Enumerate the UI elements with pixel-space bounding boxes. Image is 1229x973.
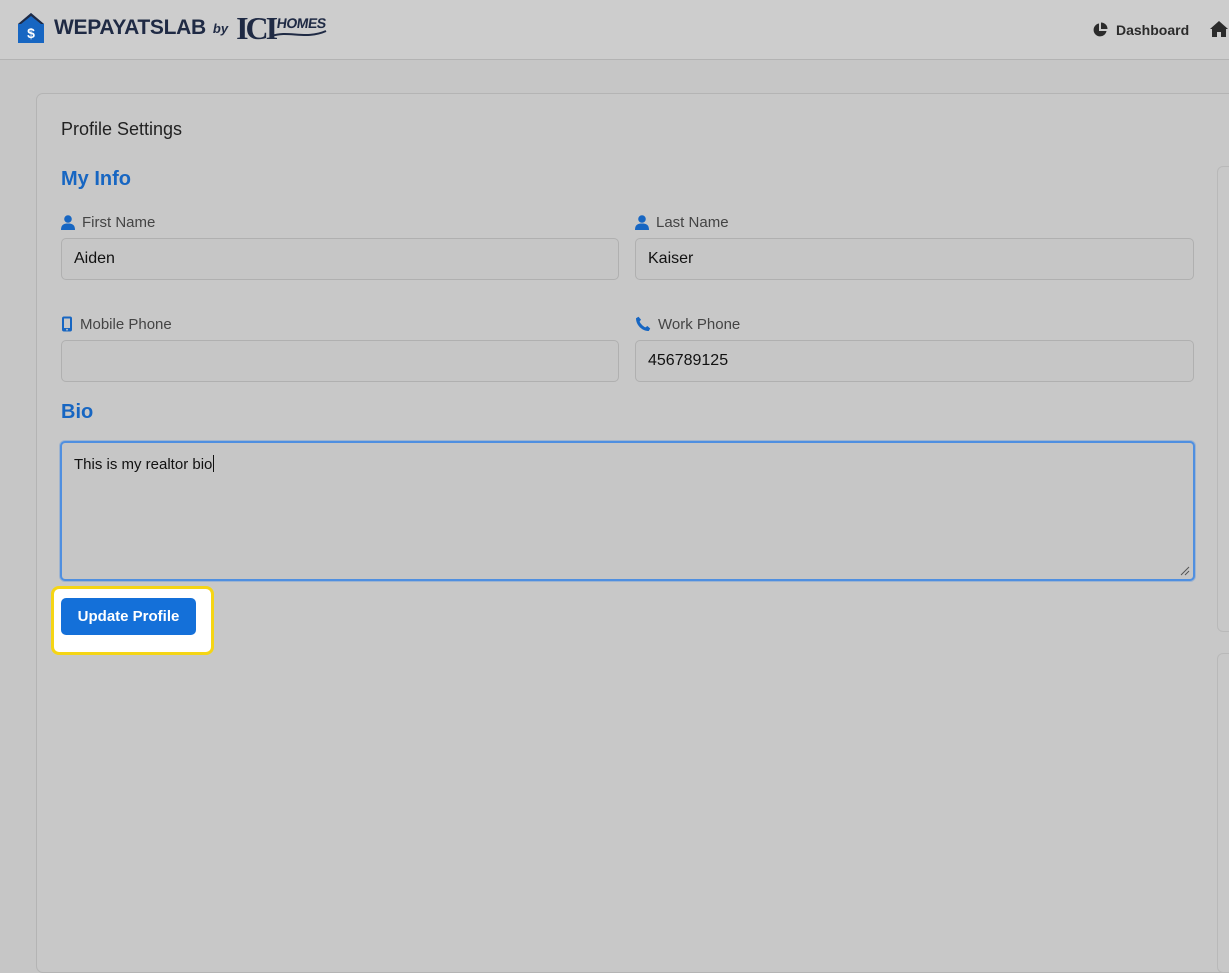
- nav-dashboard-link[interactable]: Dashboard: [1092, 20, 1189, 40]
- last-name-label-text: Last Name: [656, 213, 729, 231]
- first-name-label-text: First Name: [82, 213, 156, 231]
- side-panel: [1217, 166, 1229, 632]
- swoosh-icon: [271, 30, 327, 37]
- work-phone-input[interactable]: 456789125: [635, 340, 1194, 382]
- svg-text:$: $: [27, 25, 35, 41]
- nav-dashboard-label: Dashboard: [1116, 22, 1190, 38]
- last-name-input[interactable]: Kaiser: [635, 238, 1194, 280]
- user-icon: [635, 214, 649, 230]
- first-name-input[interactable]: Aiden: [61, 238, 619, 280]
- page-title: Profile Settings: [61, 119, 183, 139]
- first-name-label: First Name: [61, 212, 155, 232]
- phone-icon: [636, 316, 651, 331]
- brand-logo[interactable]: $ WEPAYATSLAB by ICI HOMES: [17, 11, 327, 45]
- text-caret: [213, 455, 215, 472]
- bio-heading: Bio: [61, 401, 94, 423]
- top-navigation-bar: $ WEPAYATSLAB by ICI HOMES Dashboard: [0, 0, 1229, 60]
- mobile-phone-icon: [62, 316, 72, 332]
- brand-name: WEPAYATSLAB: [54, 16, 206, 39]
- home-icon: [1210, 21, 1228, 37]
- bio-textarea[interactable]: This is my realtor bio: [60, 441, 1195, 581]
- mobile-phone-input[interactable]: [61, 340, 619, 382]
- house-dollar-icon: $: [18, 13, 44, 43]
- update-profile-button[interactable]: Update Profile: [61, 598, 196, 635]
- mobile-phone-label: Mobile Phone: [61, 314, 172, 334]
- nav-home-link[interactable]: [1209, 20, 1229, 40]
- side-panel-lower: [1217, 653, 1229, 973]
- work-phone-label-text: Work Phone: [658, 315, 741, 333]
- bio-text: This is my realtor bio: [74, 456, 213, 473]
- user-icon: [61, 214, 75, 230]
- resize-grip-icon[interactable]: [1179, 565, 1190, 576]
- partner-logo: ICI HOMES: [236, 12, 327, 44]
- brand-by-text: by: [212, 20, 229, 36]
- pie-chart-icon: [1093, 22, 1108, 37]
- last-name-label: Last Name: [635, 212, 729, 232]
- my-info-heading: My Info: [61, 168, 131, 190]
- mobile-phone-label-text: Mobile Phone: [80, 315, 172, 333]
- work-phone-label: Work Phone: [635, 314, 740, 334]
